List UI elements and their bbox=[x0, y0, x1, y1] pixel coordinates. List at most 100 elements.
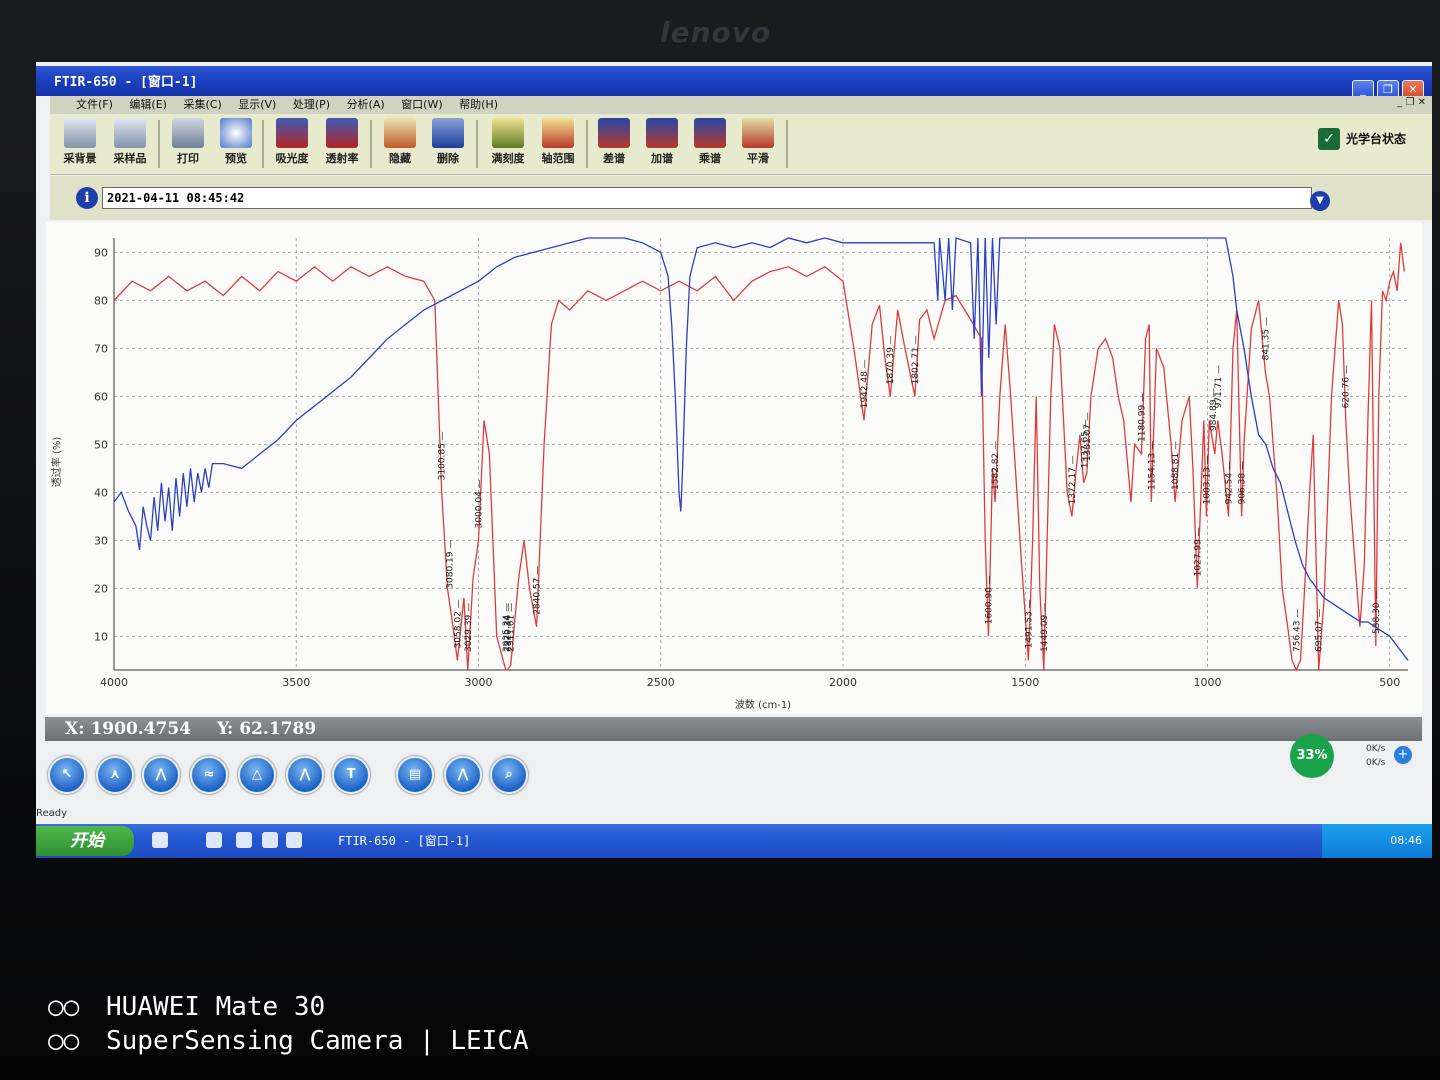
y-tick-label: 40 bbox=[94, 486, 108, 499]
window-title: FTIR-650 - [窗口-1] bbox=[54, 75, 198, 90]
status-bar: Ready bbox=[36, 808, 68, 819]
title-bar: FTIR-650 - [窗口-1] _ ❐ ✕ bbox=[36, 66, 1432, 100]
peak-label: 1154.13 — bbox=[1147, 441, 1157, 490]
peak-label: 3100.85 — bbox=[438, 431, 448, 480]
smooth-button[interactable]: 平滑 bbox=[734, 118, 782, 170]
system-tray: 08:46 bbox=[1322, 824, 1432, 858]
collect-sample-button[interactable]: 采样品 bbox=[106, 118, 154, 170]
peak-label: 841.35 — bbox=[1261, 317, 1271, 360]
x-tick-label: 3500 bbox=[282, 676, 310, 689]
print-button[interactable]: 打印 bbox=[164, 118, 212, 170]
x-tick-label: 500 bbox=[1379, 676, 1400, 689]
peak-label: 1088.81 — bbox=[1171, 441, 1181, 490]
mdi-window-controls[interactable]: _ ❐ ✕ bbox=[1397, 97, 1426, 108]
toolbar-separator bbox=[370, 120, 372, 168]
menu-view[interactable]: 显示(V) bbox=[238, 96, 276, 114]
y-tick-label: 50 bbox=[94, 438, 108, 451]
chevron-down-icon[interactable]: ▼ bbox=[1310, 191, 1330, 211]
collect-background-button[interactable]: 采背景 bbox=[56, 118, 104, 170]
lens-rings-icon: ○○ bbox=[48, 992, 80, 1022]
lens-rings-icon: ○○ bbox=[48, 1026, 80, 1056]
peak-label: 3058.02 — bbox=[453, 599, 463, 648]
menu-file[interactable]: 文件(F) bbox=[76, 96, 113, 114]
ie-icon[interactable] bbox=[236, 832, 252, 848]
full-scale-button[interactable]: 满刻度 bbox=[484, 118, 532, 170]
peak-label: 1942.48 — bbox=[860, 359, 870, 408]
cursor-x-label: X: bbox=[65, 719, 85, 739]
menu-analyze[interactable]: 分析(A) bbox=[347, 96, 385, 114]
start-button[interactable]: 开始 bbox=[36, 826, 134, 856]
delete-button[interactable]: 删除 bbox=[424, 118, 472, 170]
peak-label: 1180.99 — bbox=[1138, 393, 1148, 442]
menu-help[interactable]: 帮助(H) bbox=[459, 96, 498, 114]
peak-pick-tool-icon[interactable]: ⋏ bbox=[96, 756, 134, 794]
y-tick-label: 80 bbox=[94, 294, 108, 307]
peak-label: 1802.71 — bbox=[911, 335, 921, 384]
tray-clock: 08:46 bbox=[1390, 834, 1422, 847]
absorbance-button[interactable]: 吸光度 bbox=[268, 118, 316, 170]
spectrum-tool-icon[interactable]: ≈ bbox=[190, 756, 228, 794]
text-tool-icon[interactable]: T bbox=[332, 756, 370, 794]
difference-spectrum-button[interactable]: 差谱 bbox=[590, 118, 638, 170]
preview-button[interactable]: 预览 bbox=[212, 118, 260, 170]
camera-lens: SuperSensing Camera | LEICA bbox=[106, 1026, 529, 1056]
y-tick-label: 60 bbox=[94, 390, 108, 403]
add-spectrum-button[interactable]: 加谱 bbox=[638, 118, 686, 170]
network-usage-percent: 33% bbox=[1290, 734, 1334, 778]
x-tick-label: 1500 bbox=[1011, 676, 1039, 689]
menu-bar: 文件(F) 编辑(E) 采集(C) 显示(V) 处理(P) 分析(A) 窗口(W… bbox=[50, 96, 1432, 114]
peak-label: 3080.19 — bbox=[445, 540, 455, 589]
toolbar-separator bbox=[262, 120, 264, 168]
quick-launch-icon[interactable] bbox=[286, 832, 302, 848]
toolbar-separator bbox=[586, 120, 588, 168]
peak-area-tool-icon[interactable]: △ bbox=[238, 756, 276, 794]
y-tick-label: 90 bbox=[94, 246, 108, 259]
spectrum-chart[interactable]: 10 20 30 40 50 60 70 80 90 4000 3500 3000 2500 2000 15… bbox=[46, 222, 1422, 714]
spectrum-plot[interactable]: 10 20 30 40 50 60 70 80 90 4000 3500 3000 2500 2000 15… bbox=[46, 222, 1422, 714]
quick-launch-icon[interactable] bbox=[206, 832, 222, 848]
cursor-readout-bar: X: 1900.4754 Y: 62.1789 bbox=[45, 717, 1422, 741]
toolbar: 采背景 采样品 打印 预览 吸光度 透射率 隐藏 删除 满刻度 轴范围 差谱 加… bbox=[50, 114, 1432, 175]
peak-label: 1582.82 — bbox=[991, 441, 1001, 490]
x-tick-label: 4000 bbox=[100, 676, 128, 689]
hide-button[interactable]: 隐藏 bbox=[376, 118, 424, 170]
transmittance-button[interactable]: 透射率 bbox=[318, 118, 366, 170]
peak-label: 1870.39 — bbox=[886, 335, 896, 384]
peak-label: 1449.09 — bbox=[1040, 603, 1050, 652]
network-monitor[interactable]: 33% 0K/s 0K/s + bbox=[1290, 734, 1418, 780]
multiply-spectrum-button[interactable]: 乘谱 bbox=[686, 118, 734, 170]
x-tick-label: 2000 bbox=[829, 676, 857, 689]
baseline-tool-icon[interactable]: ⋀ bbox=[142, 756, 180, 794]
peak-label: 756.43 — bbox=[1292, 609, 1302, 652]
menu-window[interactable]: 窗口(W) bbox=[401, 96, 442, 114]
library-tool-icon[interactable]: ▤ bbox=[396, 756, 434, 794]
y-tick-label: 20 bbox=[94, 582, 108, 595]
peak-label: 2840.57 — bbox=[533, 566, 543, 615]
cursor-x-value: 1900.4754 bbox=[90, 719, 192, 739]
peak-label: 620.76 — bbox=[1342, 365, 1352, 408]
axis-range-button[interactable]: 轴范围 bbox=[534, 118, 582, 170]
plus-icon[interactable]: + bbox=[1394, 746, 1412, 764]
chart-tool-icon[interactable]: ⋀ bbox=[444, 756, 482, 794]
pointer-tool-icon[interactable]: ↖ bbox=[48, 756, 86, 794]
menu-edit[interactable]: 编辑(E) bbox=[129, 96, 167, 114]
y-tick-label: 10 bbox=[94, 630, 108, 643]
analysis-toolbar: ↖ ⋏ ⋀ ≈ △ ⋀ T ▤ ⋀ ⌕ bbox=[46, 750, 1196, 800]
toolbar-separator bbox=[158, 120, 160, 168]
info-icon: i bbox=[76, 187, 98, 209]
peak-label: 538.30 — bbox=[1372, 591, 1382, 634]
quick-launch-icon[interactable] bbox=[152, 832, 168, 848]
optical-bench-status[interactable]: ✓ 光学台状态 bbox=[1317, 128, 1406, 150]
zoom-tool-icon[interactable]: ⌕ bbox=[490, 756, 528, 794]
x-axis-label: 波数 (cm-1) bbox=[735, 698, 791, 711]
menu-collect[interactable]: 采集(C) bbox=[183, 96, 221, 114]
menu-process[interactable]: 处理(P) bbox=[293, 96, 330, 114]
peak-label: 695.07 — bbox=[1315, 609, 1325, 652]
peak-height-tool-icon[interactable]: ⋀ bbox=[286, 756, 324, 794]
spectrum-title-field[interactable]: 2021-04-11 08:45:42 bbox=[102, 187, 1312, 209]
x-tick-label: 1000 bbox=[1194, 676, 1222, 689]
camera-model: HUAWEI Mate 30 bbox=[106, 992, 326, 1022]
camera-watermark: ○○ HUAWEI Mate 30 ○○ SuperSensing Camera |… bbox=[48, 990, 529, 1058]
quick-launch-icon[interactable] bbox=[262, 832, 278, 848]
taskbar-task-ftir[interactable]: FTIR-650 - [窗口-1] bbox=[338, 828, 548, 854]
